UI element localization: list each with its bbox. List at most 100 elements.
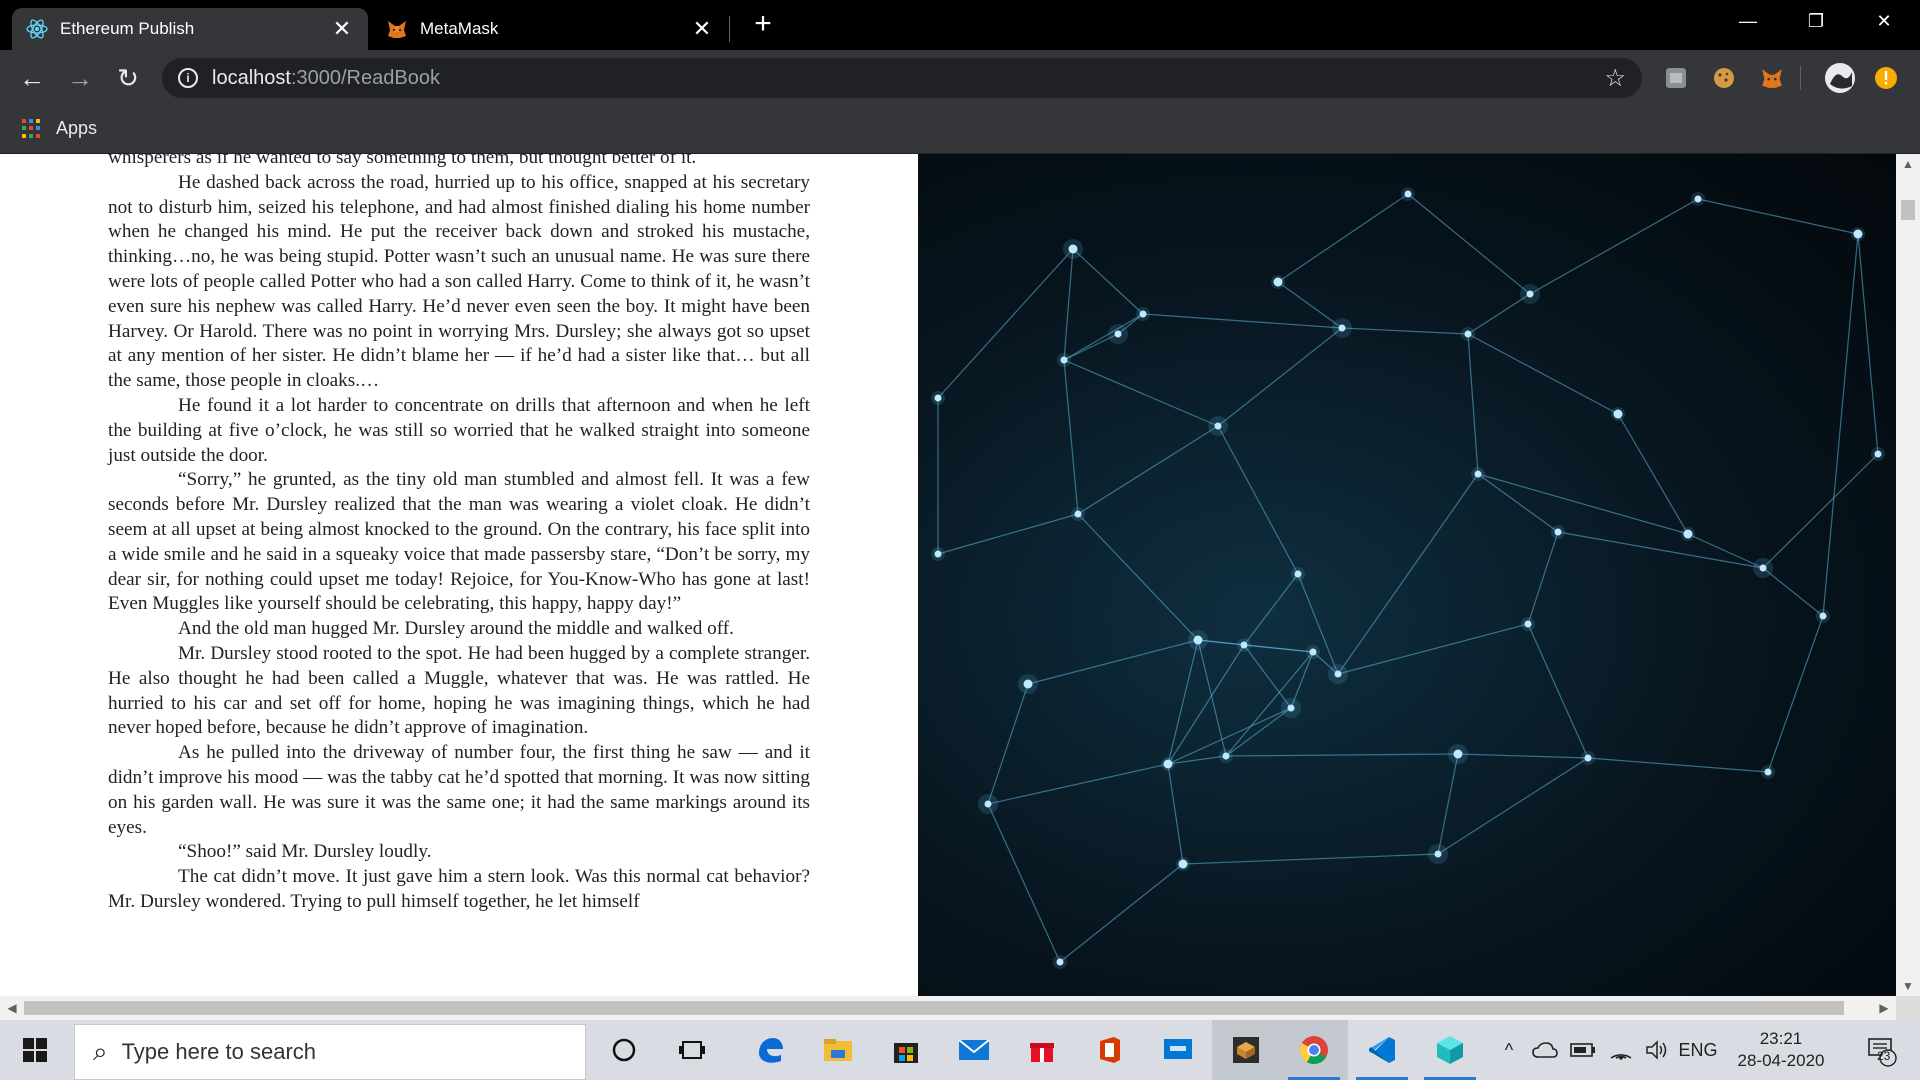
network-edge xyxy=(1142,313,1343,329)
network-edge xyxy=(1225,753,1459,757)
chrome-icon[interactable] xyxy=(1280,1020,1348,1080)
network-edge xyxy=(1437,757,1589,855)
language-indicator[interactable]: ENG xyxy=(1678,1020,1718,1080)
network-node xyxy=(1434,850,1442,858)
tab-close-icon[interactable]: ✕ xyxy=(690,16,714,42)
minimize-button[interactable]: — xyxy=(1720,0,1776,42)
network-node xyxy=(934,394,942,402)
network-node xyxy=(1222,752,1230,760)
network-edge xyxy=(1767,615,1824,773)
vertical-scrollbar[interactable]: ▲ ▼ xyxy=(1896,154,1920,996)
horizontal-scrollbar[interactable]: ◀ ▶ xyxy=(0,996,1896,1020)
scroll-right-arrow[interactable]: ▶ xyxy=(1872,996,1896,1020)
metamask-extension-icon[interactable] xyxy=(1758,64,1786,92)
show-hidden-icons-chevron[interactable]: ^ xyxy=(1494,1020,1524,1080)
bookmark-star-icon[interactable]: ☆ xyxy=(1604,64,1626,93)
book-paragraph: As he pulled into the driveway of number… xyxy=(108,742,810,838)
taskbar-clock[interactable]: 23:21 28-04-2020 xyxy=(1716,1028,1846,1072)
network-edge xyxy=(1243,573,1299,646)
package-app-icon[interactable] xyxy=(1212,1020,1280,1080)
network-edge xyxy=(1822,233,1859,617)
network-edge xyxy=(1059,863,1184,963)
3d-viewer-icon[interactable] xyxy=(1416,1020,1484,1080)
network-node xyxy=(1453,749,1463,759)
network-edge xyxy=(1762,453,1879,569)
tab-ethereum-publish[interactable]: Ethereum Publish ✕ xyxy=(12,8,368,50)
edge-browser-icon[interactable] xyxy=(736,1020,804,1080)
site-info-icon[interactable]: i xyxy=(178,68,198,88)
battery-icon[interactable] xyxy=(1566,1020,1600,1080)
horizontal-scroll-thumb[interactable] xyxy=(24,1001,1844,1015)
task-view-icon[interactable] xyxy=(658,1020,726,1080)
apps-grid-icon xyxy=(22,118,42,139)
start-button[interactable] xyxy=(0,1020,70,1080)
new-tab-button[interactable]: + xyxy=(748,9,778,40)
network-edge xyxy=(1027,639,1199,685)
network-edge xyxy=(1167,763,1184,865)
network-node xyxy=(1764,768,1772,776)
vscode-icon[interactable] xyxy=(1348,1020,1416,1080)
onedrive-cloud-icon[interactable] xyxy=(1528,1020,1562,1080)
network-node xyxy=(1338,324,1346,332)
extension-icon[interactable] xyxy=(1662,64,1690,92)
back-button[interactable]: ← xyxy=(14,60,50,96)
network-edge xyxy=(1762,567,1824,617)
network-edge xyxy=(937,513,1079,555)
notification-center-icon[interactable]: 23 xyxy=(1856,1020,1906,1080)
profile-avatar[interactable] xyxy=(1824,62,1856,94)
url-host: localhost xyxy=(212,66,291,89)
close-window-button[interactable]: ✕ xyxy=(1856,0,1912,42)
network-edge xyxy=(1072,248,1144,315)
network-edge xyxy=(1277,193,1409,283)
forward-button[interactable]: → xyxy=(62,60,98,96)
network-edge xyxy=(1687,533,1764,569)
book-paragraph: Mr. Dursley stood rooted to the spot. He… xyxy=(108,642,810,739)
scroll-down-arrow[interactable]: ▼ xyxy=(1896,976,1920,996)
cookie-extension-icon[interactable] xyxy=(1710,64,1738,92)
microsoft-store-icon[interactable] xyxy=(872,1020,940,1080)
apps-shortcut[interactable]: Apps xyxy=(22,118,97,139)
network-edge xyxy=(987,683,1029,805)
book-paragraph: whisperers as if he wanted to say someth… xyxy=(108,154,697,168)
vertical-scroll-thumb[interactable] xyxy=(1901,200,1915,220)
update-alert-icon[interactable] xyxy=(1872,64,1900,92)
gift-app-icon[interactable] xyxy=(1008,1020,1076,1080)
network-edge xyxy=(1587,757,1769,773)
network-edge xyxy=(1341,327,1469,335)
network-edge xyxy=(1557,531,1764,569)
network-edge xyxy=(1182,853,1439,865)
network-node xyxy=(1023,679,1033,689)
toolbar-separator xyxy=(1800,66,1801,90)
network-edge xyxy=(1277,281,1343,329)
url-path: :3000/ReadBook xyxy=(290,66,440,89)
taskbar-search-box[interactable]: ⌕ Type here to search xyxy=(74,1024,586,1080)
tab-close-icon[interactable]: ✕ xyxy=(330,16,354,42)
network-node xyxy=(1056,958,1064,966)
remote-desktop-icon[interactable] xyxy=(1144,1020,1212,1080)
book-paragraph: “Sorry,” he grunted, as the tiny old man… xyxy=(108,469,810,615)
network-node xyxy=(1683,529,1693,539)
office-icon[interactable] xyxy=(1076,1020,1144,1080)
mail-icon[interactable] xyxy=(940,1020,1008,1080)
network-edge xyxy=(1217,425,1299,575)
network-node xyxy=(1613,409,1623,419)
reload-button[interactable]: ↻ xyxy=(110,60,146,96)
network-graphic xyxy=(931,187,1885,969)
scroll-up-arrow[interactable]: ▲ xyxy=(1896,154,1920,174)
network-edge xyxy=(1243,644,1292,709)
wifi-icon[interactable] xyxy=(1604,1020,1638,1080)
network-edge xyxy=(987,763,1169,805)
network-edge xyxy=(1407,193,1531,295)
network-node xyxy=(1068,244,1078,254)
scroll-left-arrow[interactable]: ◀ xyxy=(0,996,24,1020)
tab-metamask[interactable]: MetaMask ✕ xyxy=(372,8,728,50)
windows-logo-icon xyxy=(23,1038,47,1062)
browser-toolbar: ← → ↻ i localhost:3000/ReadBook ☆ xyxy=(0,50,1920,106)
volume-icon[interactable] xyxy=(1640,1020,1674,1080)
file-explorer-icon[interactable] xyxy=(804,1020,872,1080)
restore-button[interactable]: ❐ xyxy=(1788,0,1844,42)
network-node xyxy=(1404,190,1412,198)
address-bar[interactable]: i localhost:3000/ReadBook ☆ xyxy=(162,58,1642,98)
blockchain-network-image xyxy=(918,154,1896,996)
cortana-icon[interactable] xyxy=(590,1020,658,1080)
